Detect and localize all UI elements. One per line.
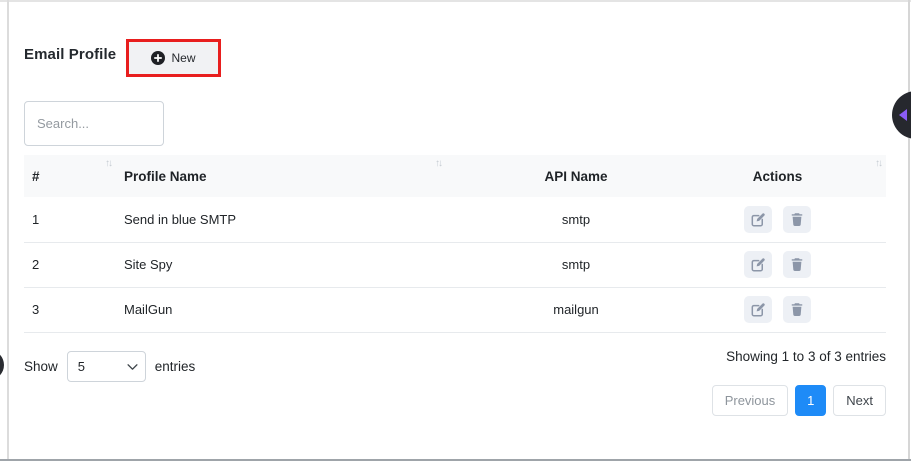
column-header-api-name[interactable]: API Name — [446, 155, 706, 197]
edit-icon — [751, 257, 766, 272]
show-entries-control: Show 5 entries — [24, 351, 195, 382]
entries-label: entries — [155, 359, 196, 374]
row-index: 1 — [24, 197, 116, 242]
table-row: 3 MailGun mailgun — [24, 287, 886, 332]
arrow-left-icon — [899, 109, 907, 121]
window-right-border — [908, 0, 910, 461]
trash-icon — [790, 212, 804, 227]
table-row: 1 Send in blue SMTP smtp — [24, 197, 886, 242]
actions-cell — [706, 197, 886, 242]
delete-button[interactable] — [783, 251, 811, 278]
pagination: Previous 1 Next — [712, 385, 886, 416]
trash-icon — [790, 302, 804, 317]
previous-page-button[interactable]: Previous — [712, 385, 789, 416]
column-header-profile-name[interactable]: Profile Name ↑↓ — [116, 155, 446, 197]
edit-button[interactable] — [744, 251, 772, 278]
email-profile-table: # ↑↓ Profile Name ↑↓ API Name Actions ↑↓… — [24, 155, 886, 333]
profile-name-cell: MailGun — [116, 287, 446, 332]
table-header-row: # ↑↓ Profile Name ↑↓ API Name Actions ↑↓ — [24, 155, 886, 197]
delete-button[interactable] — [783, 296, 811, 323]
column-header-actions[interactable]: Actions ↑↓ — [706, 155, 886, 197]
column-header-index[interactable]: # ↑↓ — [24, 155, 116, 197]
profile-name-cell: Site Spy — [116, 242, 446, 287]
sort-icon[interactable]: ↑↓ — [875, 159, 881, 169]
delete-button[interactable] — [783, 206, 811, 233]
profile-name-cell: Send in blue SMTP — [116, 197, 446, 242]
show-label: Show — [24, 359, 58, 374]
settings-toggle-button[interactable] — [892, 91, 911, 139]
sort-icon[interactable]: ↑↓ — [105, 159, 111, 169]
edit-icon — [751, 212, 766, 227]
trash-icon — [790, 257, 804, 272]
search-input[interactable] — [24, 101, 164, 146]
new-button-label: New — [171, 51, 195, 65]
table-info: Showing 1 to 3 of 3 entries — [726, 349, 886, 364]
edge-floating-button[interactable] — [0, 350, 4, 380]
row-index: 2 — [24, 242, 116, 287]
sort-icon[interactable]: ↑↓ — [435, 159, 441, 169]
edit-icon — [751, 302, 766, 317]
actions-cell — [706, 242, 886, 287]
api-name-cell: mailgun — [446, 287, 706, 332]
edit-button[interactable] — [744, 296, 772, 323]
api-name-cell: smtp — [446, 242, 706, 287]
page-1-button[interactable]: 1 — [795, 385, 826, 416]
new-button[interactable]: New — [129, 42, 218, 74]
actions-cell — [706, 287, 886, 332]
next-page-button[interactable]: Next — [833, 385, 886, 416]
api-name-cell: smtp — [446, 197, 706, 242]
window-left-border — [7, 0, 9, 461]
row-index: 3 — [24, 287, 116, 332]
window-top-border — [0, 0, 911, 2]
new-button-highlight-box: New — [126, 39, 221, 77]
page-title: Email Profile — [24, 46, 116, 63]
entries-per-page-select[interactable]: 5 — [67, 351, 146, 382]
edit-button[interactable] — [744, 206, 772, 233]
plus-circle-icon — [151, 51, 165, 65]
table-row: 2 Site Spy smtp — [24, 242, 886, 287]
